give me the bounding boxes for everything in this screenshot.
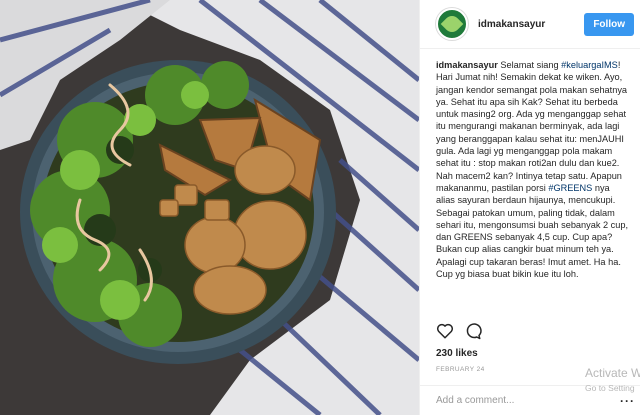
watermark-line1: Activate W	[585, 366, 640, 380]
post-photo[interactable]	[0, 0, 419, 415]
post-header: idmakansayur Follow	[420, 0, 640, 49]
likes-count[interactable]: 230 likes	[436, 348, 478, 359]
watermark-line2: Go to Setting	[585, 383, 635, 393]
caption-text-part: ! Hari Jumat nih! Semakin dekat ke wiken…	[436, 60, 628, 193]
idmakansayur-logo-icon[interactable]	[436, 8, 468, 40]
post-actions	[436, 322, 482, 340]
caption-username[interactable]: idmakansayur	[436, 60, 498, 70]
follow-button[interactable]: Follow	[584, 12, 634, 36]
food-bowl-image	[0, 0, 419, 415]
hashtag-link[interactable]: #keluargaIMS	[561, 60, 618, 70]
caption-text-part: nya alias sayuran berdaun hijaunya, menc…	[436, 182, 629, 280]
header-username[interactable]: idmakansayur	[478, 19, 584, 30]
post-date: FEBRUARY 24	[436, 366, 485, 373]
heart-icon[interactable]	[436, 322, 454, 340]
post-caption: idmakansayur Selamat siang #keluargaIMS!…	[420, 49, 640, 359]
caption-text-part: Selamat siang	[497, 60, 562, 70]
post-details-panel: idmakansayur Follow idmakansayur Selamat…	[419, 0, 640, 415]
comment-bubble-icon[interactable]	[464, 322, 482, 340]
more-options-icon[interactable]: ···	[620, 394, 635, 408]
comment-input[interactable]	[436, 395, 620, 406]
windows-activation-watermark: Activate W Go to Setting	[585, 366, 640, 393]
hashtag-link[interactable]: #GREENS	[548, 183, 592, 193]
